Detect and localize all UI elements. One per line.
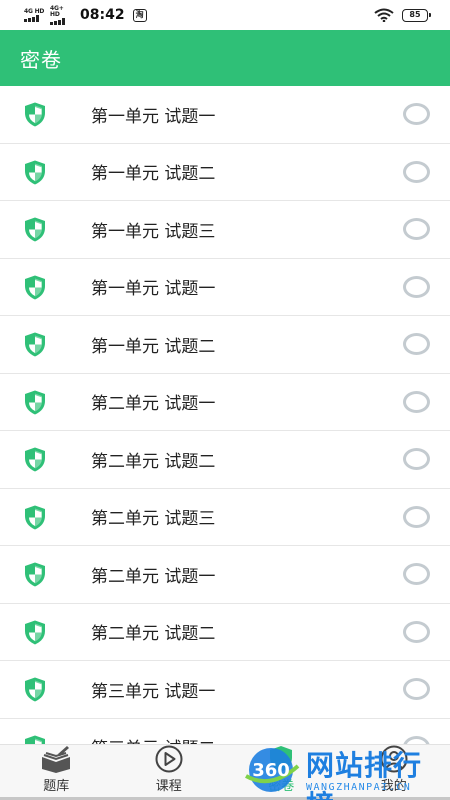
list-item[interactable]: 第二单元 试题二 [0,603,450,661]
shield-icon [25,275,45,300]
person-icon [380,745,408,773]
play-icon [155,745,183,773]
list-item[interactable]: 第二单元 试题一 [0,373,450,431]
list-item-label: 第二单元 试题三 [91,509,216,530]
nav-item-question-bank[interactable]: 题库 [0,745,113,800]
radio-button[interactable] [403,620,430,643]
nav-label: 我的 [380,779,407,794]
list-item-label: 第三单元 试题一 [91,681,216,702]
shield-icon [25,332,45,357]
radio-button[interactable] [403,390,430,413]
nav-label: 密卷 [268,779,295,794]
radio-button[interactable] [403,333,430,356]
list-item[interactable]: 第三单元 试题一 [0,661,450,719]
list-item[interactable]: 第二单元 试题三 [0,488,450,546]
list-item-label: 第二单元 试题二 [91,624,216,645]
radio-button[interactable] [403,448,430,471]
radio-button[interactable] [403,505,430,528]
radio-button[interactable] [403,678,430,701]
exam-list[interactable]: 第一单元 试题一 第一单元 试题二 第一单元 试题三 第一单元 试题一 第一单元 试题二… [0,86,450,744]
list-item[interactable]: 第二单元 试题一 [0,546,450,604]
nav-item-courses[interactable]: 课程 [112,745,225,800]
status-left: 4G HD 4G+ HD 08:42 淘 [24,4,147,25]
list-item[interactable]: 第一单元 试题一 [0,258,450,316]
wifi-icon [374,8,394,22]
list-item-label: 第一单元 试题三 [91,221,216,242]
radio-button[interactable] [403,160,430,183]
list-item-label: 第一单元 试题二 [91,164,216,185]
radio-button[interactable] [403,275,430,298]
signal-icon-2: 4G+ HD [50,4,72,25]
list-item-label: 第三单元 试题二 [91,734,215,744]
list-item[interactable]: 第一单元 试题二 [0,143,450,201]
shield-icon [25,735,45,744]
shield-icon [25,505,45,530]
list-item-label: 第二单元 试题一 [91,394,216,415]
radio-button[interactable] [403,103,430,126]
list-item[interactable]: 第二单元 试题二 [0,431,450,489]
list-item-label: 第一单元 试题一 [91,279,216,300]
shield-icon [25,620,45,645]
nav-label: 题库 [43,779,70,794]
radio-button[interactable] [403,735,430,744]
shield-icon [270,746,293,772]
list-item-label: 第二单元 试题二 [91,451,216,472]
radio-button[interactable] [403,218,430,241]
taobao-notification-icon: 淘 [132,8,147,22]
shield-icon [25,447,45,472]
list-item-label: 第二单元 试题一 [91,566,216,587]
list-item-label: 第一单元 试题二 [91,336,216,357]
app-screen: 4G HD 4G+ HD 08:42 淘 85 密卷 第一单元 试题一 第一单元 … [0,0,450,800]
shield-icon [25,390,45,415]
signal-icon-1: 4G HD [24,8,46,22]
list-item[interactable]: 第三单元 试题二 [0,718,450,744]
radio-button[interactable] [403,563,430,586]
nav-item-secret-papers[interactable]: 密卷 [225,745,338,800]
book-icon [42,746,71,773]
clock: 08:42 [80,7,125,23]
page-title: 密卷 [20,47,62,72]
shield-icon [25,562,45,587]
list-item[interactable]: 第一单元 试题一 [0,86,450,144]
list-item[interactable]: 第一单元 试题二 [0,316,450,374]
list-item-label: 第一单元 试题一 [91,106,216,127]
shield-icon [25,217,45,242]
battery-icon: 85 [402,8,431,22]
network-label-2: 4G+ HD [50,4,64,18]
shield-icon [25,102,45,127]
shield-icon [25,677,45,702]
nav-label: 课程 [155,779,182,794]
list-item[interactable]: 第一单元 试题三 [0,201,450,259]
bottom-nav: 题库 课程 密卷 我的 [0,744,450,800]
status-bar: 4G HD 4G+ HD 08:42 淘 85 [0,0,450,30]
shield-icon [25,160,45,185]
nav-item-profile[interactable]: 我的 [337,745,450,800]
app-bar: 密卷 [0,30,450,86]
status-right: 85 [374,8,431,22]
